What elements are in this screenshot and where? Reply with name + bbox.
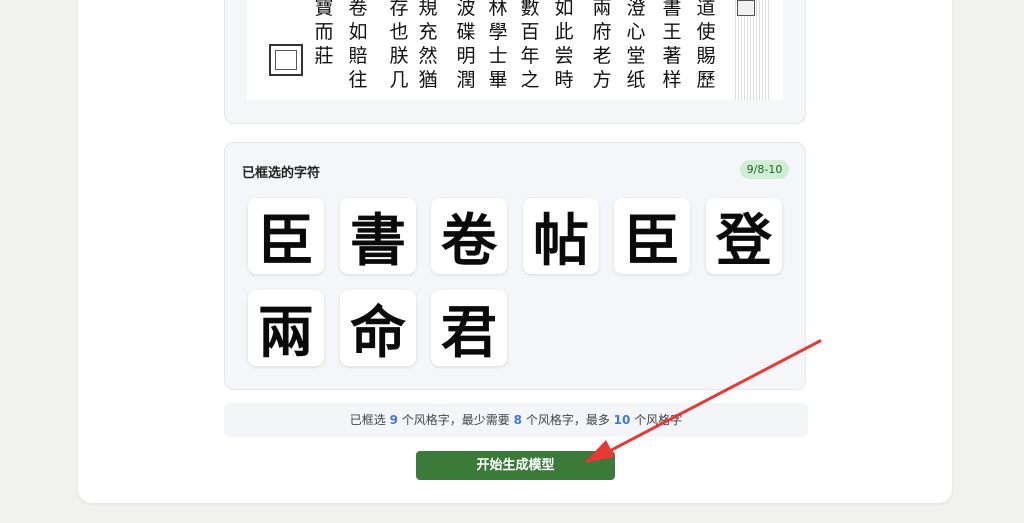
seal-stamp-icon bbox=[269, 44, 303, 76]
calligraphy-column: 規充然猶 bbox=[418, 0, 438, 91]
char-tile[interactable]: 卷 bbox=[431, 198, 507, 274]
char-tile[interactable]: 君 bbox=[431, 290, 507, 366]
calligraphy-column: 道使賜歷 bbox=[696, 0, 716, 91]
info-text: 个风格字 bbox=[634, 413, 683, 427]
char-tile[interactable]: 命 bbox=[340, 290, 416, 366]
calligraphy-column: 寶而莊 bbox=[314, 0, 334, 67]
selection-info-bar: 已框选 9 个风格字，最少需要 8 个风格字，最多 10 个风格字 bbox=[224, 403, 808, 437]
char-tile[interactable]: 兩 bbox=[248, 290, 324, 366]
selected-chars-title: 已框选的字符 bbox=[242, 166, 321, 181]
info-text: 个风格字，最多 bbox=[525, 413, 610, 427]
calligraphy-column: 書王著样 bbox=[662, 0, 682, 91]
selection-count-badge: 9/8-10 bbox=[740, 160, 789, 179]
start-generate-model-button[interactable]: 开始生成模型 bbox=[416, 451, 615, 480]
calligraphy-column: 卷如賠往 bbox=[348, 0, 368, 91]
min-count: 8 bbox=[513, 413, 522, 427]
info-text: 已框选 bbox=[349, 413, 386, 427]
calligraphy-source-image[interactable]: 寶而莊 卷如賠往 存也朕几 規充然猶 波碟明潤 林學士畢 數百年之 如此尝時 兩… bbox=[247, 0, 783, 100]
char-tile[interactable]: 帖 bbox=[523, 198, 599, 274]
char-tile[interactable]: 臣 bbox=[614, 198, 690, 274]
char-tile[interactable]: 臣 bbox=[248, 198, 324, 274]
paper-edge-mark bbox=[737, 0, 755, 16]
max-count: 10 bbox=[613, 413, 631, 427]
char-tile[interactable]: 書 bbox=[340, 198, 416, 274]
calligraphy-column: 林學士畢 bbox=[488, 0, 508, 91]
calligraphy-column: 兩府老方 bbox=[592, 0, 612, 91]
calligraphy-column: 數百年之 bbox=[520, 0, 540, 91]
info-text: 个风格字，最少需要 bbox=[401, 413, 510, 427]
calligraphy-column: 存也朕几 bbox=[389, 0, 409, 91]
calligraphy-column: 波碟明潤 bbox=[456, 0, 476, 91]
char-tile[interactable]: 登 bbox=[706, 198, 782, 274]
calligraphy-column: 澄心堂纸 bbox=[626, 0, 646, 91]
selected-count: 9 bbox=[389, 413, 398, 427]
calligraphy-column: 如此尝時 bbox=[554, 0, 574, 91]
